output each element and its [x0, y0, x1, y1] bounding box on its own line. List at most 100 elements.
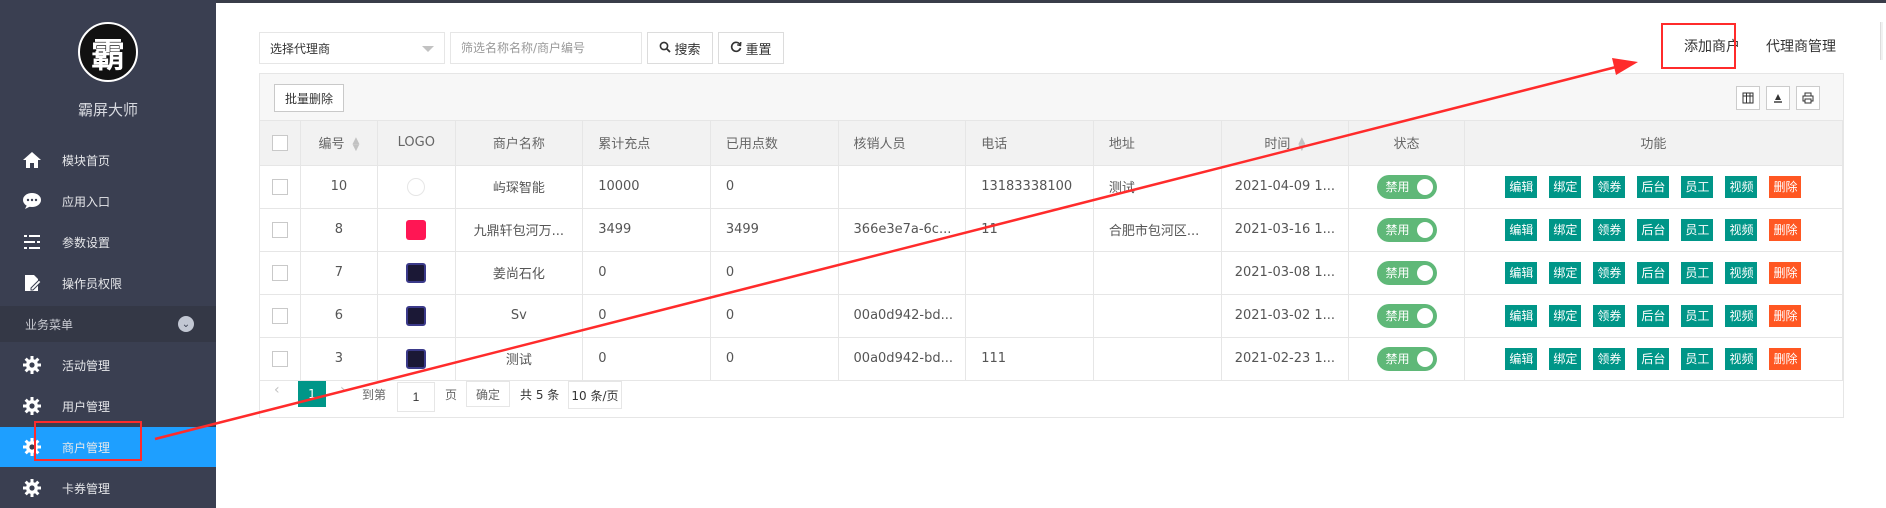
- menu-group-business[interactable]: 业务菜单 ⌄: [0, 306, 216, 342]
- sidebar-item[interactable]: 参数设置: [0, 222, 216, 262]
- bind-button[interactable]: 绑定: [1549, 304, 1582, 327]
- chat-icon: [20, 189, 44, 213]
- backend-button[interactable]: 后台: [1637, 175, 1670, 198]
- select-all-checkbox[interactable]: [271, 134, 288, 151]
- row-select-cell[interactable]: [260, 208, 301, 252]
- backend-button[interactable]: 后台: [1637, 261, 1670, 284]
- sidebar-item[interactable]: 操作员权限: [0, 263, 216, 303]
- scrollbar[interactable]: [1880, 22, 1883, 60]
- delete-button[interactable]: 删除: [1769, 261, 1802, 284]
- claim-coupon-button[interactable]: 领券: [1593, 304, 1626, 327]
- column-header-time[interactable]: 时间 ▲ ▼: [1221, 121, 1350, 166]
- claim-coupon-button[interactable]: 领券: [1593, 175, 1626, 198]
- export-icon[interactable]: [1766, 86, 1790, 110]
- merchant-logo: [406, 305, 427, 326]
- backend-button[interactable]: 后台: [1637, 218, 1670, 241]
- video-button[interactable]: 视频: [1725, 261, 1758, 284]
- table-row[interactable]: 7 姜尚石化 0 0 2021-03-08 1... 禁用 编辑 绑定 领券 后台 员工 视频 删除: [260, 251, 1844, 295]
- column-header-phone: 电话: [965, 121, 1094, 166]
- sidebar-item[interactable]: 应用入口: [0, 181, 216, 221]
- bind-button[interactable]: 绑定: [1549, 218, 1582, 241]
- batch-delete-button[interactable]: 批量删除: [274, 84, 344, 112]
- staff-button[interactable]: 员工: [1681, 261, 1714, 284]
- edit-button[interactable]: 编辑: [1505, 347, 1538, 370]
- edit-button[interactable]: 编辑: [1505, 261, 1538, 284]
- video-button[interactable]: 视频: [1725, 175, 1758, 198]
- column-header-staff: 核销人员: [838, 121, 967, 166]
- delete-button[interactable]: 删除: [1769, 175, 1802, 198]
- video-button[interactable]: 视频: [1725, 218, 1758, 241]
- column-header-status: 状态: [1348, 121, 1465, 166]
- row-checkbox[interactable]: [271, 178, 288, 195]
- reset-button[interactable]: 重置: [718, 32, 784, 64]
- row-select-cell[interactable]: [260, 251, 301, 295]
- page-number-input[interactable]: [397, 382, 435, 412]
- row-checkbox[interactable]: [271, 221, 288, 238]
- status-toggle[interactable]: 禁用: [1376, 217, 1437, 242]
- video-button[interactable]: 视频: [1725, 304, 1758, 327]
- search-button-label: 搜索: [674, 42, 701, 58]
- row-checkbox[interactable]: [271, 350, 288, 367]
- status-toggle[interactable]: 禁用: [1376, 260, 1437, 285]
- print-icon[interactable]: [1796, 86, 1820, 110]
- refresh-icon: [730, 41, 742, 56]
- edit-button[interactable]: 编辑: [1505, 304, 1538, 327]
- row-select-cell[interactable]: [260, 165, 301, 209]
- delete-button[interactable]: 删除: [1769, 218, 1802, 241]
- chevron-down-icon[interactable]: ⌄: [178, 316, 194, 332]
- cell-id: 7: [300, 251, 379, 295]
- column-header-id[interactable]: 编号 ▲ ▼: [300, 121, 379, 166]
- sort-icon[interactable]: ▲ ▼: [1298, 136, 1305, 152]
- app-logo: 霸: [78, 22, 138, 82]
- sidebar-item[interactable]: 卡券管理: [0, 468, 216, 508]
- goto-confirm-button[interactable]: 确定: [466, 381, 510, 407]
- backend-button[interactable]: 后台: [1637, 304, 1670, 327]
- prev-page-icon[interactable]: ‹: [274, 382, 280, 398]
- edit-button[interactable]: 编辑: [1505, 218, 1538, 241]
- backend-button[interactable]: 后台: [1637, 347, 1670, 370]
- sidebar-item[interactable]: 用户管理: [0, 386, 216, 426]
- select-all-cell[interactable]: [260, 121, 301, 166]
- video-button[interactable]: 视频: [1725, 347, 1758, 370]
- cell-staff: 366e3e7a-6c...: [838, 208, 967, 252]
- claim-coupon-button[interactable]: 领券: [1593, 218, 1626, 241]
- table-row[interactable]: 10 屿琛智能 10000 0 13183338100 测试 2021-04-09 1...…: [260, 165, 1844, 209]
- claim-coupon-button[interactable]: 领券: [1593, 347, 1626, 370]
- cell-charged: 0: [582, 294, 711, 338]
- claim-coupon-button[interactable]: 领券: [1593, 261, 1626, 284]
- column-header-charged: 累计充点: [582, 121, 711, 166]
- page-current[interactable]: 1: [298, 381, 326, 407]
- table-row[interactable]: 8 九鼎轩包河万... 3499 3499 366e3e7a-6c... 11 合肥市包河区…: [260, 208, 1844, 252]
- status-toggle[interactable]: 禁用: [1376, 174, 1437, 199]
- row-select-cell[interactable]: [260, 294, 301, 338]
- delete-button[interactable]: 删除: [1769, 304, 1802, 327]
- sidebar-item[interactable]: 模块首页: [0, 140, 216, 180]
- cell-status: 禁用: [1348, 294, 1465, 338]
- cell-address: 测试: [1093, 165, 1222, 209]
- delete-button[interactable]: 删除: [1769, 347, 1802, 370]
- staff-button[interactable]: 员工: [1681, 218, 1714, 241]
- gear-icon: [20, 394, 44, 418]
- staff-button[interactable]: 员工: [1681, 175, 1714, 198]
- staff-button[interactable]: 员工: [1681, 347, 1714, 370]
- status-toggle[interactable]: 禁用: [1376, 303, 1437, 328]
- page-size-select[interactable]: 10 条/页: [568, 381, 622, 409]
- columns-filter-icon[interactable]: [1736, 86, 1760, 110]
- row-checkbox[interactable]: [271, 307, 288, 324]
- table-row[interactable]: 6 Sv 0 0 00a0d942-bd... 2021-03-02 1... 禁用 编辑 绑定…: [260, 294, 1844, 338]
- sort-icon[interactable]: ▲ ▼: [352, 136, 359, 152]
- search-input[interactable]: [450, 32, 642, 64]
- bind-button[interactable]: 绑定: [1549, 261, 1582, 284]
- sidebar-item[interactable]: 活动管理: [0, 345, 216, 385]
- cell-actions: 编辑 绑定 领券 后台 员工 视频 删除: [1464, 208, 1844, 252]
- bind-button[interactable]: 绑定: [1549, 175, 1582, 198]
- status-toggle[interactable]: 禁用: [1376, 346, 1437, 371]
- edit-button[interactable]: 编辑: [1505, 175, 1538, 198]
- staff-button[interactable]: 员工: [1681, 304, 1714, 327]
- search-button[interactable]: 搜索: [647, 32, 713, 64]
- bind-button[interactable]: 绑定: [1549, 347, 1582, 370]
- next-page-icon[interactable]: ›: [340, 382, 346, 398]
- row-checkbox[interactable]: [271, 264, 288, 281]
- agent-select[interactable]: 选择代理商: [259, 32, 445, 64]
- agent-management-link[interactable]: 代理商管理: [1766, 36, 1836, 56]
